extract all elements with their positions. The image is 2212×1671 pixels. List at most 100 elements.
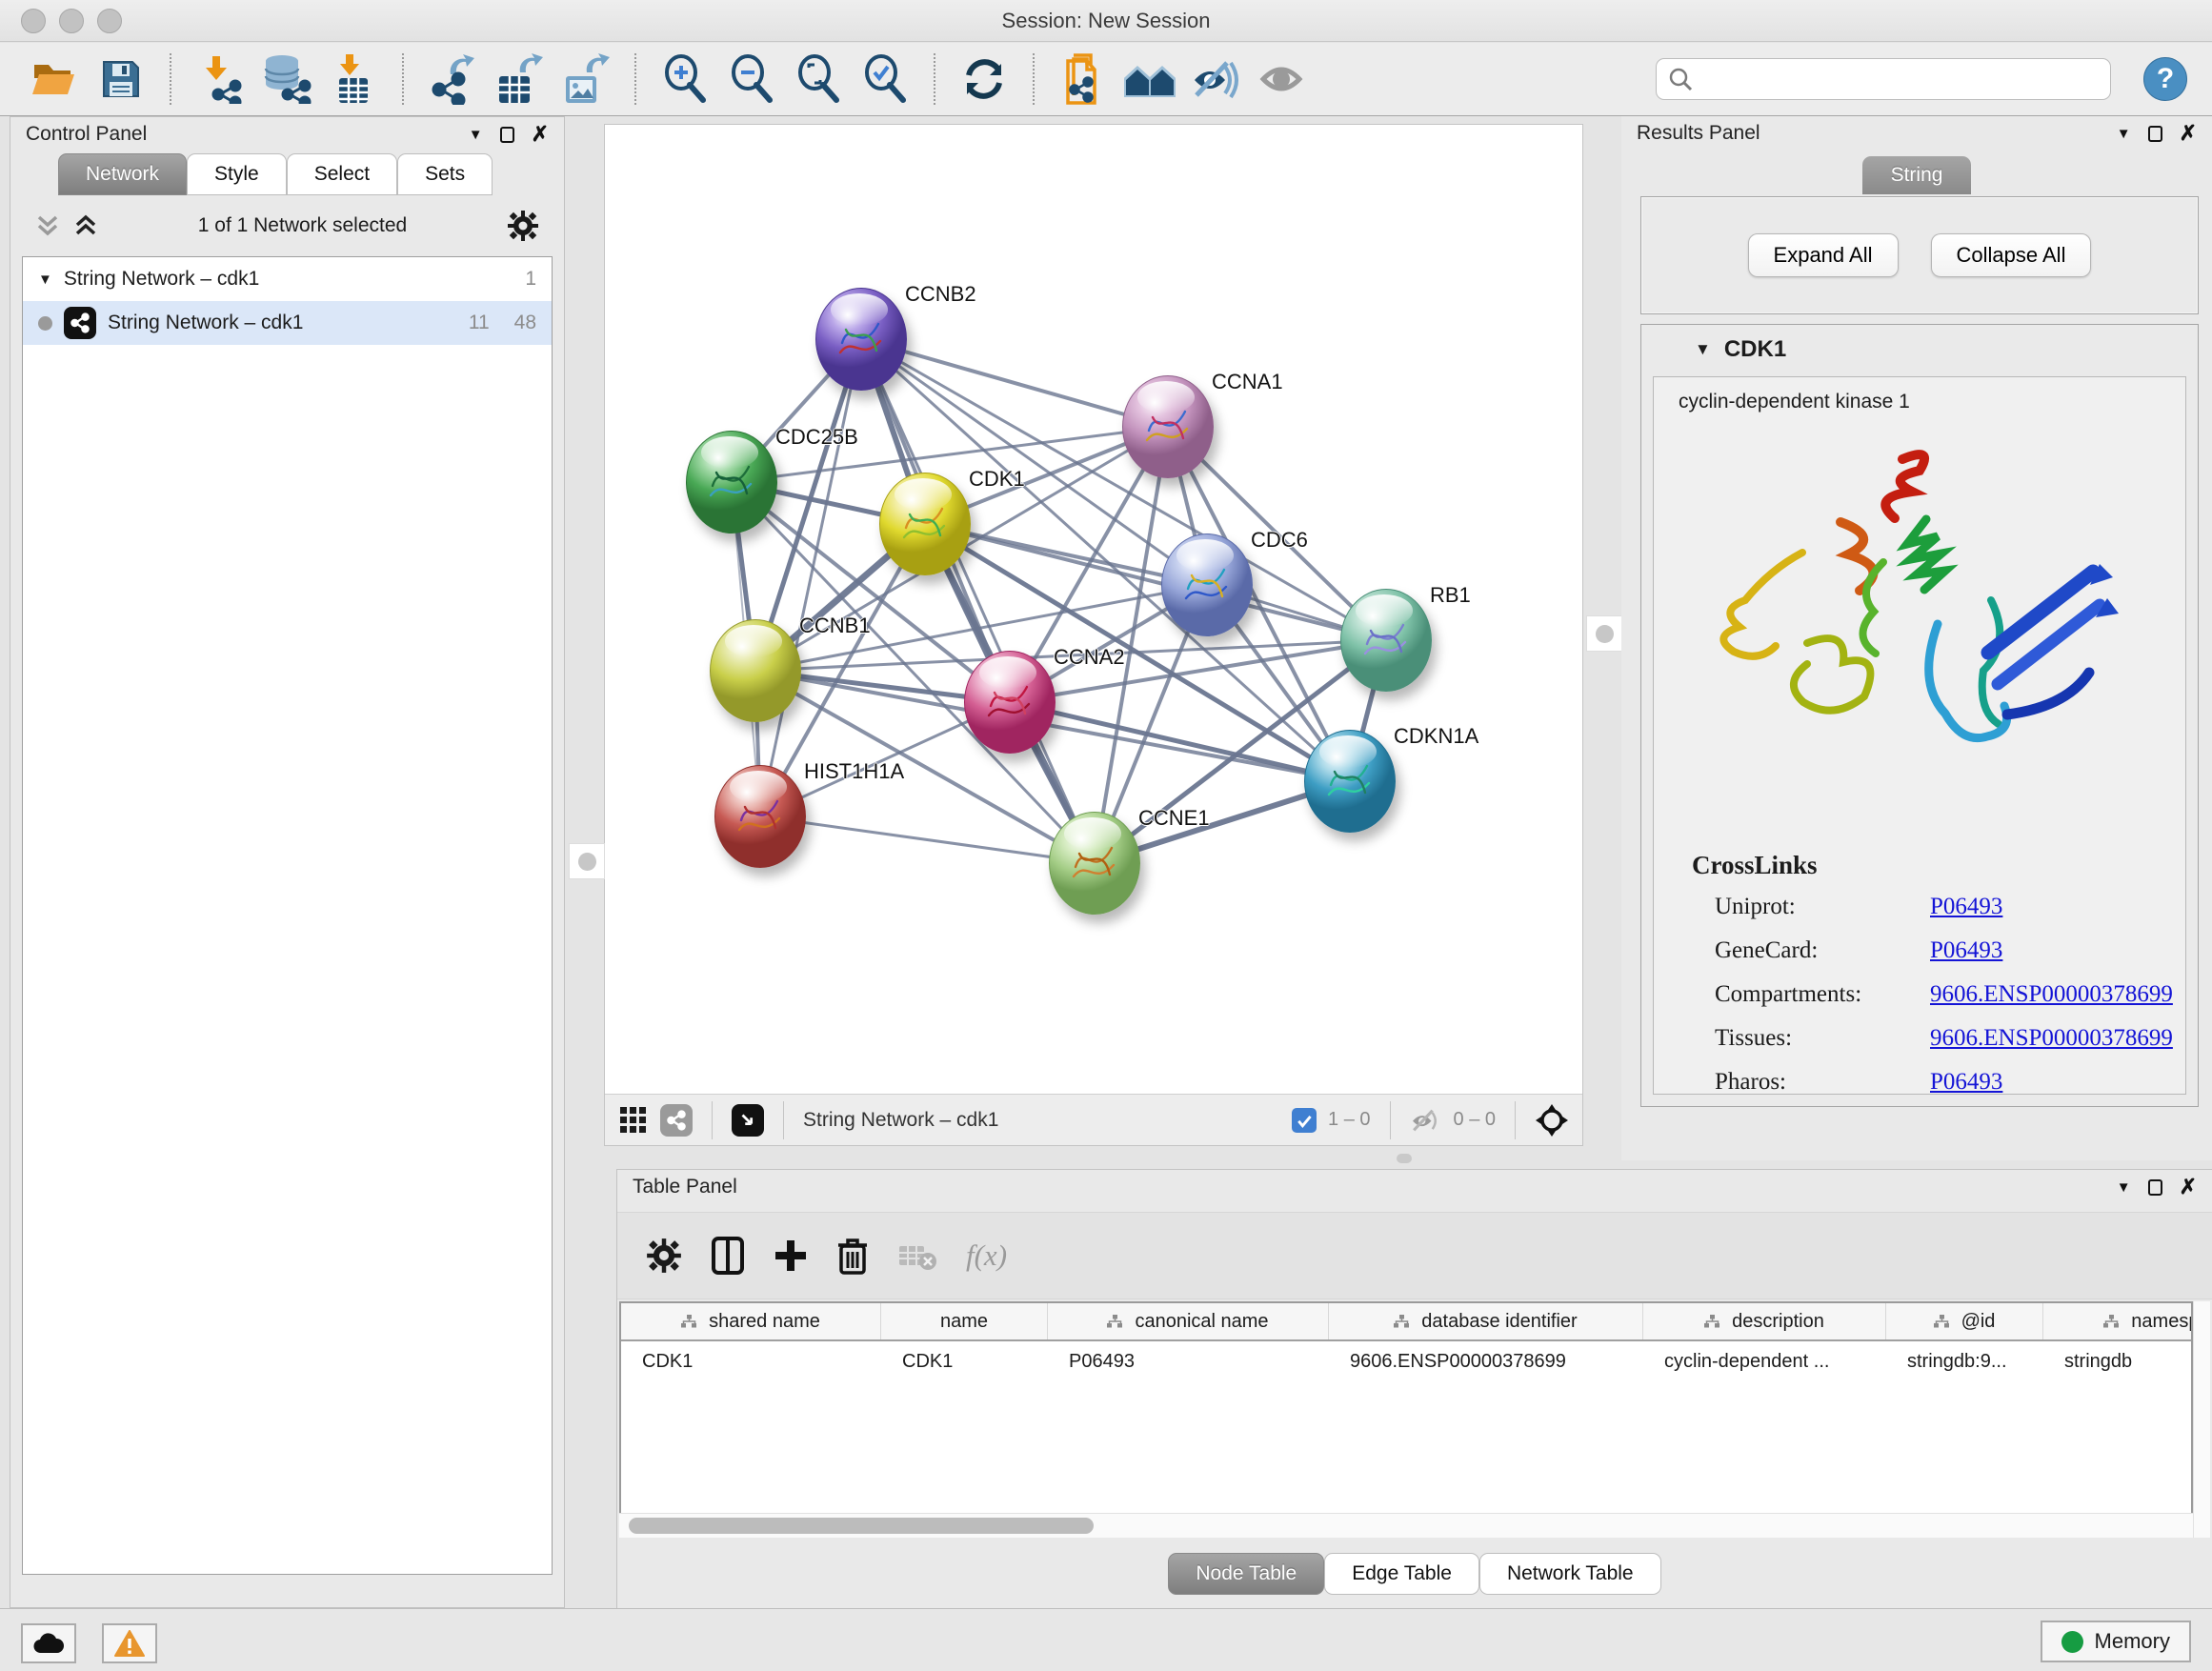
expand-all-networks-icon[interactable] — [73, 213, 98, 238]
collapse-all-networks-icon[interactable] — [35, 213, 60, 238]
column-header-description[interactable]: description — [1643, 1303, 1886, 1339]
column-header-canonical-name[interactable]: canonical name — [1048, 1303, 1329, 1339]
network-node-cdc6[interactable] — [1161, 534, 1253, 636]
network-row[interactable]: String Network – cdk1 11 48 — [23, 301, 552, 345]
tree-expander-icon[interactable]: ▼ — [38, 272, 52, 288]
import-network-database-button[interactable] — [257, 50, 316, 109]
table-cell[interactable]: cyclin-dependent ... — [1643, 1351, 1886, 1373]
window-close-button[interactable] — [21, 9, 46, 33]
import-network-file-button[interactable] — [191, 50, 250, 109]
column-header--id[interactable]: @id — [1886, 1303, 2043, 1339]
memory-button[interactable]: Memory — [2041, 1621, 2191, 1662]
left-splitter-handle[interactable] — [569, 843, 605, 879]
network-node-ccnb1[interactable] — [710, 619, 801, 722]
expand-all-button[interactable]: Expand All — [1748, 233, 1899, 277]
column-header-name[interactable]: name — [881, 1303, 1048, 1339]
float-panel-icon[interactable]: ▼ — [469, 128, 483, 142]
maximize-panel-icon[interactable] — [2148, 126, 2162, 142]
save-session-button[interactable] — [91, 50, 151, 109]
close-panel-icon[interactable]: ✗ — [2180, 1177, 2197, 1198]
table-cell[interactable]: CDK1 — [881, 1351, 1048, 1373]
tab-sets[interactable]: Sets — [397, 153, 493, 195]
network-edge[interactable] — [1010, 702, 1350, 781]
table-row[interactable]: CDK1CDK1P064939606.ENSP00000378699cyclin… — [621, 1341, 2191, 1381]
birds-eye-grid-icon[interactable] — [618, 1105, 649, 1136]
network-edge[interactable] — [861, 339, 1168, 427]
collapse-entry-icon[interactable]: ▼ — [1695, 340, 1711, 359]
zoom-selected-button[interactable] — [855, 50, 915, 109]
column-header-database-identifier[interactable]: database identifier — [1329, 1303, 1643, 1339]
network-node-hist1h1a[interactable] — [714, 765, 806, 868]
window-minimize-button[interactable] — [59, 9, 84, 33]
cloud-status-button[interactable] — [21, 1623, 76, 1663]
search-input[interactable] — [1700, 69, 2099, 91]
selected-nodes-checkbox[interactable] — [1292, 1108, 1317, 1133]
network-node-ccne1[interactable] — [1049, 812, 1140, 915]
network-edge[interactable] — [925, 524, 1386, 640]
delete-column-trash-icon[interactable] — [836, 1237, 869, 1275]
detach-view-icon[interactable] — [732, 1104, 764, 1137]
export-network-button[interactable] — [423, 50, 482, 109]
tab-select[interactable]: Select — [287, 153, 397, 195]
crosslink-link[interactable]: P06493 — [1930, 937, 2002, 964]
horizontal-splitter-grip[interactable] — [1397, 1154, 1412, 1163]
scrollbar-thumb[interactable] — [629, 1518, 1094, 1534]
show-all-button[interactable] — [1254, 50, 1313, 109]
table-cell[interactable]: stringdb:9... — [1886, 1351, 2043, 1373]
network-collection-row[interactable]: ▼ String Network – cdk1 1 — [23, 257, 552, 301]
crosslink-link[interactable]: P06493 — [1930, 894, 2002, 920]
open-session-button[interactable] — [25, 50, 84, 109]
network-overview-icon[interactable] — [660, 1104, 693, 1137]
tab-network[interactable]: Network — [58, 153, 187, 195]
network-edge[interactable] — [861, 339, 1095, 863]
network-edge[interactable] — [760, 816, 1095, 863]
tab-string[interactable]: String — [1862, 156, 1972, 194]
network-node-cdk1[interactable] — [879, 473, 971, 575]
window-zoom-button[interactable] — [97, 9, 122, 33]
table-cell[interactable]: P06493 — [1048, 1351, 1329, 1373]
table-vertical-scrollbar[interactable] — [2193, 1301, 2210, 1538]
collapse-all-button[interactable]: Collapse All — [1931, 233, 2092, 277]
help-button[interactable]: ? — [2143, 57, 2187, 101]
warnings-button[interactable] — [102, 1623, 157, 1663]
network-node-ccnb2[interactable] — [815, 288, 907, 391]
network-canvas[interactable]: CCNB2 CCNA1 CDC25B CDK1 CDC6 — [605, 125, 1582, 1094]
crosslink-link[interactable]: P06493 — [1930, 1069, 2002, 1095]
table-cell[interactable]: 9606.ENSP00000378699 — [1329, 1351, 1643, 1373]
column-header-namespace[interactable]: namespace — [2043, 1303, 2193, 1339]
float-panel-icon[interactable]: ▼ — [2117, 1180, 2131, 1195]
network-node-ccna2[interactable] — [964, 651, 1056, 754]
column-header-shared-name[interactable]: shared name — [621, 1303, 881, 1339]
duplicate-network-button[interactable] — [1054, 50, 1113, 109]
float-panel-icon[interactable]: ▼ — [2117, 127, 2131, 141]
hide-selected-button[interactable] — [1187, 50, 1246, 109]
export-table-button[interactable] — [490, 50, 549, 109]
tab-network-table[interactable]: Network Table — [1479, 1553, 1661, 1595]
tab-style[interactable]: Style — [187, 153, 287, 195]
table-cell[interactable]: stringdb — [2043, 1351, 2193, 1373]
network-node-ccna1[interactable] — [1122, 375, 1214, 478]
zoom-out-button[interactable] — [722, 50, 781, 109]
crosslink-link[interactable]: 9606.ENSP00000378699 — [1930, 981, 2173, 1008]
create-column-plus-icon[interactable] — [774, 1238, 808, 1273]
close-panel-icon[interactable]: ✗ — [532, 124, 549, 145]
tab-node-table[interactable]: Node Table — [1168, 1553, 1324, 1595]
network-edge[interactable] — [760, 339, 861, 816]
import-table-button[interactable] — [324, 50, 383, 109]
network-node-rb1[interactable] — [1340, 589, 1432, 692]
export-image-button[interactable] — [556, 50, 615, 109]
zoom-fit-button[interactable] — [789, 50, 848, 109]
maximize-panel-icon[interactable] — [500, 127, 514, 143]
table-horizontal-scrollbar[interactable] — [619, 1513, 2193, 1538]
fit-content-crosshair-icon[interactable] — [1535, 1103, 1569, 1137]
first-neighbors-button[interactable] — [1120, 50, 1179, 109]
crosslink-link[interactable]: 9606.ENSP00000378699 — [1930, 1025, 2173, 1052]
zoom-in-button[interactable] — [655, 50, 714, 109]
search-field[interactable] — [1656, 58, 2111, 100]
network-node-cdc25b[interactable] — [686, 431, 777, 534]
network-options-gear-icon[interactable] — [507, 210, 539, 242]
show-columns-icon[interactable] — [711, 1236, 745, 1276]
network-node-cdkn1a[interactable] — [1304, 730, 1396, 833]
tab-edge-table[interactable]: Edge Table — [1324, 1553, 1479, 1595]
close-panel-icon[interactable]: ✗ — [2180, 123, 2197, 144]
